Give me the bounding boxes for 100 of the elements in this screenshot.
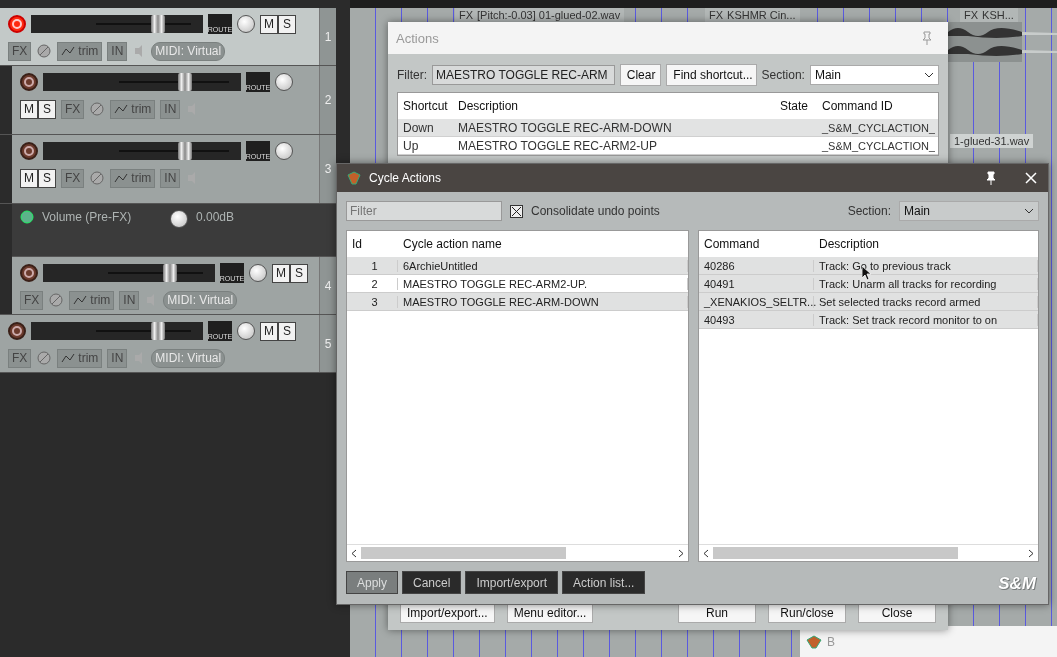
name-cell: 6ArchieUntitled	[398, 259, 688, 272]
volume-fader[interactable]	[150, 322, 165, 340]
description-cell: Set selected tracks record armed	[814, 295, 1038, 308]
column-header[interactable]: Command ID	[817, 99, 935, 113]
solo-button[interactable]: S	[38, 168, 56, 188]
pan-knob[interactable]	[237, 15, 255, 33]
action-row[interactable]: Down MAESTRO TOGGLE REC-ARM-DOWN _S&M_CYCLACTION_	[398, 119, 938, 137]
phase-icon[interactable]	[48, 293, 65, 307]
check-icon	[511, 205, 522, 217]
solo-button[interactable]: S	[278, 321, 296, 341]
track-number: 5	[319, 315, 336, 372]
dialog-button[interactable]: Cancel	[402, 571, 462, 594]
dialog-button[interactable]: Import/export	[465, 571, 559, 594]
mute-button[interactable]: M	[260, 14, 278, 34]
shortcut-cell-text: Down	[402, 120, 435, 135]
scroll-right-icon[interactable]	[678, 548, 684, 558]
dialog-button[interactable]: Close	[858, 603, 936, 623]
consolidate-checkbox[interactable]	[510, 204, 523, 218]
envelope-icon	[114, 172, 129, 184]
envelope-icon	[61, 352, 76, 364]
mute-button[interactable]: M	[260, 321, 278, 341]
column-header[interactable]: Cycle action name	[398, 237, 678, 251]
description-cell-text: MAESTRO TOGGLE REC-ARM2-UP	[457, 138, 658, 153]
record-arm-button[interactable]	[20, 264, 38, 282]
phase-icon[interactable]	[89, 171, 106, 185]
cycle-action-row[interactable]: 3 MAESTRO TOGGLE REC-ARM-DOWN	[347, 293, 688, 311]
volume-fader[interactable]	[162, 264, 177, 282]
envelope-knob[interactable]	[170, 210, 188, 228]
app-logo-icon	[347, 171, 361, 185]
mute-button[interactable]: M	[20, 168, 38, 188]
solo-button[interactable]: S	[38, 99, 56, 119]
mute-button[interactable]: M	[272, 263, 290, 283]
id-cell: 2	[347, 277, 398, 290]
envelope-icon	[114, 103, 129, 115]
dialog-button[interactable]: Action list...	[562, 571, 646, 594]
name-cell: MAESTRO TOGGLE REC-ARM2-UP.	[398, 277, 688, 290]
pan-knob[interactable]	[275, 73, 293, 91]
dialog-button[interactable]: Run	[678, 603, 756, 623]
command-row[interactable]: 40491 Track: Unarm all tracks for recording	[699, 275, 1038, 293]
horizontal-scrollbar[interactable]	[699, 544, 1038, 561]
pan-knob[interactable]	[237, 322, 255, 340]
track-number: 2	[319, 66, 336, 134]
dialog-button[interactable]: Run/close	[768, 603, 846, 623]
scroll-left-icon[interactable]	[351, 548, 357, 558]
phase-icon[interactable]	[36, 351, 53, 365]
horizontal-scrollbar[interactable]	[347, 544, 688, 561]
find-shortcut-button[interactable]: Find shortcut...	[666, 64, 757, 86]
record-arm-button[interactable]	[8, 322, 26, 340]
window-title: Cycle Actions	[369, 171, 442, 185]
close-icon[interactable]	[1024, 171, 1038, 185]
envelope-icon	[61, 45, 76, 57]
filter-label: Filter:	[397, 68, 427, 82]
mute-button[interactable]: M	[20, 99, 38, 119]
cycle-action-row[interactable]: 2 MAESTRO TOGGLE REC-ARM2-UP.	[347, 275, 688, 293]
volume-fader[interactable]	[150, 15, 165, 33]
command-row[interactable]: _XENAKIOS_SELTR... Set selected tracks record armed	[699, 293, 1038, 311]
description-cell: Track: Set track record monitor to on	[814, 313, 1038, 326]
phase-icon[interactable]	[36, 44, 53, 58]
window-title: Actions	[396, 30, 439, 46]
solo-button[interactable]: S	[290, 263, 308, 283]
chevron-icon	[1024, 208, 1034, 214]
command-cell: 40286	[699, 259, 814, 272]
scroll-right-icon[interactable]	[1028, 548, 1034, 558]
filter-field[interactable]: Filter	[346, 201, 502, 221]
solo-button[interactable]: S	[278, 14, 296, 34]
command-cell: _XENAKIOS_SELTR...	[699, 295, 814, 308]
pan-knob[interactable]	[275, 142, 293, 160]
record-arm-button[interactable]	[20, 142, 38, 160]
scroll-left-icon[interactable]	[703, 548, 709, 558]
app-logo-icon	[806, 634, 822, 649]
envelope-toggle-icon[interactable]	[20, 210, 34, 224]
column-header[interactable]: Description	[453, 99, 775, 113]
track-number: 1	[319, 8, 336, 65]
id-cell: 3	[347, 295, 398, 308]
item-fx-label: FX	[459, 9, 474, 21]
column-header[interactable]: Description	[814, 237, 1034, 251]
envelope-icon	[73, 294, 88, 306]
pan-knob[interactable]	[249, 264, 267, 282]
pin-icon[interactable]	[984, 171, 998, 185]
section-dropdown[interactable]: Main	[899, 201, 1039, 221]
column-header[interactable]: Command	[699, 237, 814, 251]
section-dropdown[interactable]: Main	[809, 65, 939, 85]
column-header[interactable]: State	[775, 99, 817, 113]
dialog-button[interactable]: Import/export...	[400, 603, 495, 623]
description-cell-text: MAESTRO TOGGLE REC-ARM-DOWN	[457, 120, 673, 135]
column-header[interactable]: Id	[347, 237, 398, 251]
command-row[interactable]: 40493 Track: Set track record monitor to on	[699, 311, 1038, 329]
command-cell: 40493	[699, 313, 814, 326]
column-header[interactable]: Shortcut	[398, 99, 453, 113]
cycle-action-row[interactable]: 1 6ArchieUntitled	[347, 257, 688, 275]
record-arm-button[interactable]	[20, 73, 38, 91]
record-arm-button[interactable]	[8, 15, 26, 33]
track-number: 3	[319, 135, 336, 203]
section-label: Section:	[761, 68, 805, 82]
envelope-name: Volume (Pre-FX)	[42, 210, 133, 224]
track-number: 4	[319, 257, 336, 314]
filter-field[interactable]: MAESTRO TOGGLE REC-ARM	[432, 65, 615, 85]
phase-icon[interactable]	[89, 102, 106, 116]
item-name: 1-glued-31.wav	[950, 134, 1034, 148]
clear-button[interactable]: Clear	[619, 64, 662, 86]
